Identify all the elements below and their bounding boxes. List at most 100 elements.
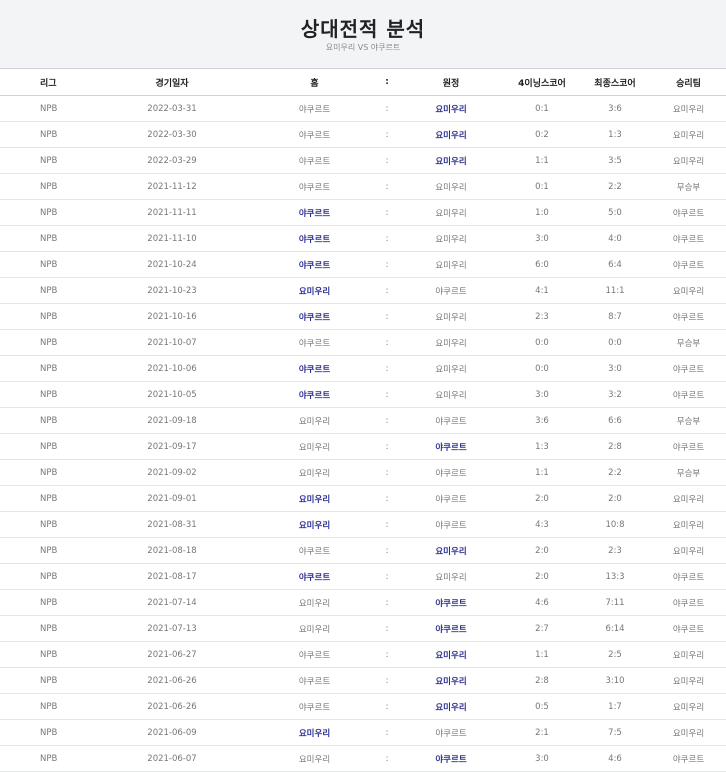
cell-4inning-score: 6:0 — [505, 251, 579, 278]
cell-home-team: 야쿠르트 — [252, 173, 377, 200]
cell-4inning-score: 4:3 — [505, 511, 579, 538]
cell-separator: : — [377, 355, 397, 382]
cell-4inning-score: 1:1 — [505, 147, 579, 174]
cell-final-score: 1:3 — [579, 121, 651, 148]
cell-winner: 무승부 — [651, 459, 726, 486]
cell-separator: : — [377, 537, 397, 564]
cell-home-team: 야쿠르트 — [252, 693, 377, 720]
page-title: 상대전적 분석 — [300, 17, 426, 41]
cell-home-team: 야쿠르트 — [252, 147, 377, 174]
cell-league: NPB — [0, 303, 92, 330]
cell-winner: 요미우리 — [651, 147, 726, 174]
cell-away-team: 요미우리 — [397, 355, 505, 382]
cell-league: NPB — [0, 199, 92, 226]
cell-date: 2021-08-17 — [92, 563, 252, 590]
cell-4inning-score: 2:1 — [505, 719, 579, 746]
cell-home-team: 야쿠르트 — [252, 537, 377, 564]
cell-league: NPB — [0, 511, 92, 538]
cell-home-team: 야쿠르트 — [252, 95, 377, 122]
cell-4inning-score: 3:0 — [505, 745, 579, 772]
cell-final-score: 11:1 — [579, 277, 651, 304]
cell-winner: 야쿠르트 — [651, 381, 726, 408]
cell-home-team: 야쿠르트 — [252, 667, 377, 694]
cell-away-team: 요미우리 — [397, 95, 505, 122]
cell-4inning-score: 2:3 — [505, 303, 579, 330]
cell-final-score: 2:3 — [579, 537, 651, 564]
cell-4inning-score: 1:1 — [505, 459, 579, 486]
cell-4inning-score: 4:1 — [505, 277, 579, 304]
cell-final-score: 6:6 — [579, 407, 651, 434]
cell-date: 2021-08-18 — [92, 537, 252, 564]
cell-final-score: 3:5 — [579, 147, 651, 174]
cell-away-team: 요미우리 — [397, 199, 505, 226]
column-header-home: 홈 — [252, 68, 377, 96]
cell-away-team: 야쿠르트 — [397, 277, 505, 304]
cell-separator: : — [377, 511, 397, 538]
table-row: NPB 2021-06-26 야쿠르트: 요미우리 2:8 3:10 요미우리 — [0, 667, 726, 694]
cell-date: 2021-10-23 — [92, 277, 252, 304]
cell-away-team: 요미우리 — [397, 303, 505, 330]
cell-date: 2021-10-24 — [92, 251, 252, 278]
cell-4inning-score: 0:2 — [505, 121, 579, 148]
cell-home-team: 요미우리 — [252, 407, 377, 434]
page-header: 상대전적 분석 요미우리 VS 야쿠르트 — [0, 0, 726, 68]
cell-final-score: 4:6 — [579, 745, 651, 772]
cell-home-team: 야쿠르트 — [252, 329, 377, 356]
cell-date: 2021-10-07 — [92, 329, 252, 356]
cell-home-team: 야쿠르트 — [252, 641, 377, 668]
cell-league: NPB — [0, 485, 92, 512]
column-header-date: 경기일자 — [92, 68, 252, 96]
cell-away-team: 요미우리 — [397, 693, 505, 720]
cell-final-score: 3:6 — [579, 95, 651, 122]
cell-winner: 야쿠르트 — [651, 563, 726, 590]
cell-final-score: 6:4 — [579, 251, 651, 278]
cell-league: NPB — [0, 433, 92, 460]
cell-separator: : — [377, 615, 397, 642]
cell-final-score: 2:8 — [579, 433, 651, 460]
cell-4inning-score: 2:8 — [505, 667, 579, 694]
table-row: NPB 2021-06-07 요미우리: 야쿠르트 3:0 4:6 야쿠르트 — [0, 745, 726, 772]
cell-date: 2021-11-10 — [92, 225, 252, 252]
cell-final-score: 1:7 — [579, 693, 651, 720]
cell-separator: : — [377, 641, 397, 668]
cell-home-team: 야쿠르트 — [252, 251, 377, 278]
column-header-separator: : — [377, 68, 397, 96]
cell-separator: : — [377, 251, 397, 278]
table-row: NPB 2021-09-17 요미우리: 야쿠르트 1:3 2:8 야쿠르트 — [0, 433, 726, 460]
cell-separator: : — [377, 173, 397, 200]
cell-home-team: 요미우리 — [252, 511, 377, 538]
cell-4inning-score: 1:3 — [505, 433, 579, 460]
table-row: NPB 2021-11-10 야쿠르트: 요미우리 3:0 4:0 야쿠르트 — [0, 225, 726, 252]
cell-4inning-score: 0:0 — [505, 329, 579, 356]
page-subtitle: 요미우리 VS 야쿠르트 — [325, 43, 401, 52]
cell-league: NPB — [0, 95, 92, 122]
cell-winner: 요미우리 — [651, 693, 726, 720]
table-row: NPB 2022-03-29 야쿠르트: 요미우리 1:1 3:5 요미우리 — [0, 147, 726, 174]
cell-separator: : — [377, 667, 397, 694]
table-row: NPB 2021-07-14 요미우리: 야쿠르트 4:6 7:11 야쿠르트 — [0, 589, 726, 616]
cell-winner: 야쿠르트 — [651, 433, 726, 460]
cell-final-score: 7:5 — [579, 719, 651, 746]
cell-league: NPB — [0, 667, 92, 694]
cell-home-team: 요미우리 — [252, 589, 377, 616]
cell-winner: 요미우리 — [651, 667, 726, 694]
cell-league: NPB — [0, 121, 92, 148]
cell-winner: 무승부 — [651, 173, 726, 200]
table-row: NPB 2021-06-27 야쿠르트: 요미우리 1:1 2:5 요미우리 — [0, 641, 726, 668]
cell-home-team: 요미우리 — [252, 433, 377, 460]
cell-date: 2021-09-02 — [92, 459, 252, 486]
cell-final-score: 6:14 — [579, 615, 651, 642]
column-header-4inning-score: 4이닝스코어 — [505, 68, 579, 96]
cell-separator: : — [377, 407, 397, 434]
cell-4inning-score: 0:0 — [505, 355, 579, 382]
cell-separator: : — [377, 693, 397, 720]
cell-away-team: 야쿠르트 — [397, 433, 505, 460]
cell-separator: : — [377, 433, 397, 460]
cell-winner: 야쿠르트 — [651, 251, 726, 278]
cell-4inning-score: 0:5 — [505, 693, 579, 720]
table-row: NPB 2021-10-24 야쿠르트: 요미우리 6:0 6:4 야쿠르트 — [0, 251, 726, 278]
cell-home-team: 야쿠르트 — [252, 303, 377, 330]
cell-final-score: 2:0 — [579, 485, 651, 512]
cell-winner: 야쿠르트 — [651, 745, 726, 772]
cell-final-score: 0:0 — [579, 329, 651, 356]
